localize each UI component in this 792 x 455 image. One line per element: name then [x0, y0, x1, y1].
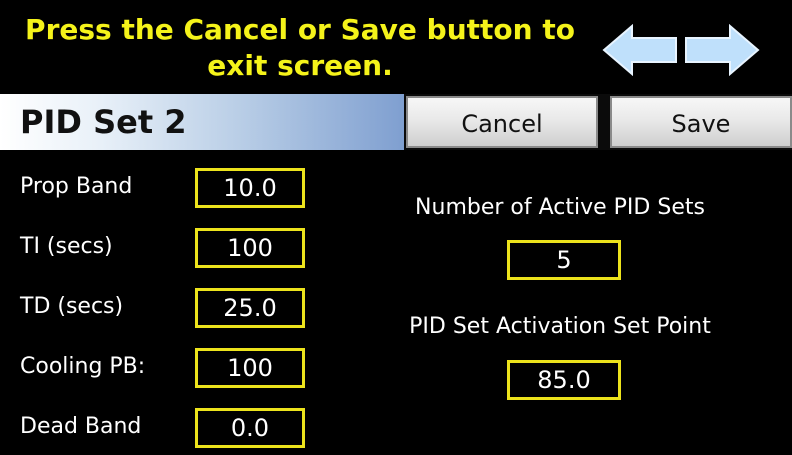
prop-band-field[interactable]: 10.0 [195, 168, 305, 208]
instruction-line-1: Press the Cancel or Save button to [25, 13, 575, 46]
instruction-line-2: exit screen. [207, 49, 393, 82]
ti-label: TI (secs) [20, 234, 113, 259]
instruction-message: Press the Cancel or Save button to exit … [0, 12, 600, 84]
cooling-pb-label: Cooling PB: [20, 354, 146, 379]
save-button[interactable]: Save [610, 96, 792, 148]
previous-screen-button[interactable] [602, 23, 678, 77]
activation-set-point-field[interactable]: 85.0 [507, 360, 621, 400]
td-label: TD (secs) [20, 294, 124, 319]
ti-field[interactable]: 100 [195, 228, 305, 268]
prop-band-label: Prop Band [20, 174, 133, 199]
active-pid-sets-field[interactable]: 5 [507, 240, 621, 280]
td-field[interactable]: 25.0 [195, 288, 305, 328]
cancel-button[interactable]: Cancel [406, 96, 598, 148]
active-pid-sets-label: Number of Active PID Sets [415, 195, 705, 220]
arrow-right-icon [685, 23, 760, 77]
page-title: PID Set 2 [20, 103, 187, 141]
arrow-left-icon [602, 23, 677, 77]
dead-band-label: Dead Band [20, 414, 142, 439]
dead-band-field[interactable]: 0.0 [195, 408, 305, 448]
activation-set-point-label: PID Set Activation Set Point [409, 314, 711, 339]
cooling-pb-field[interactable]: 100 [195, 348, 305, 388]
next-screen-button[interactable] [684, 23, 760, 77]
